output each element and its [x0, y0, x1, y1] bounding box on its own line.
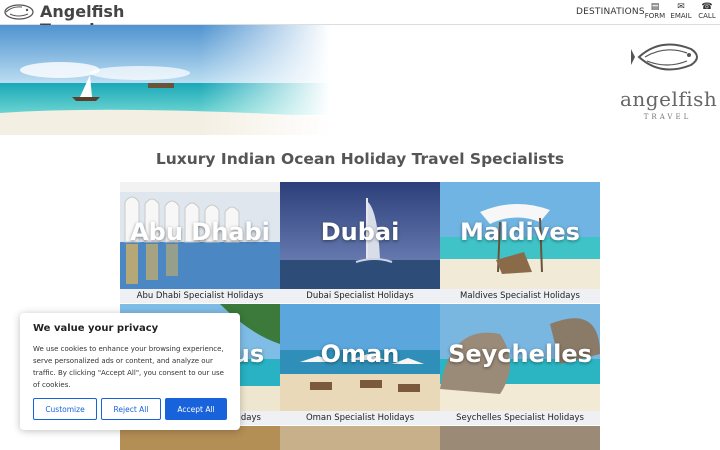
- hero-logo-sub: TRAVEL: [643, 113, 692, 121]
- cookie-body: We use cookies to enhance your browsing …: [33, 345, 224, 389]
- phone-icon: ☎: [701, 2, 713, 12]
- nav-call-label: CALL: [698, 12, 716, 20]
- email-icon: ✉: [677, 2, 685, 12]
- site-header: Angelfish Travel DESTINATIONS ▤ FORM ✉ E…: [0, 0, 720, 25]
- cookie-buttons: Customize Reject All Accept All: [33, 398, 227, 420]
- brand-name[interactable]: Angelfish Travel: [40, 3, 130, 25]
- nav-email-label: EMAIL: [670, 12, 692, 20]
- hero-fade: [200, 25, 330, 135]
- destination-tile-partial[interactable]: [440, 426, 600, 450]
- form-icon: ▤: [650, 2, 660, 12]
- destination-caption[interactable]: Oman Specialist Holidays: [280, 411, 440, 425]
- destination-tile-oman[interactable]: Oman Oman Specialist Holidays: [280, 304, 440, 425]
- nav-form[interactable]: ▤ FORM: [641, 2, 669, 21]
- destination-title: Seychelles: [448, 340, 592, 368]
- nav-call[interactable]: ☎ CALL: [693, 2, 720, 21]
- destination-caption[interactable]: Seychelles Specialist Holidays: [440, 411, 600, 425]
- destination-title: Oman: [320, 340, 400, 368]
- destination-tile-dubai[interactable]: Dubai Dubai Specialist Holidays: [280, 182, 440, 303]
- partial-image: [280, 426, 440, 450]
- cookie-consent-banner: We value your privacy We use cookies to …: [20, 313, 240, 430]
- destination-caption[interactable]: Maldives Specialist Holidays: [440, 289, 600, 303]
- partial-image: [440, 426, 600, 450]
- destination-tile-abu-dhabi[interactable]: Abu Dhabi Abu Dhabi Specialist Holidays: [120, 182, 280, 303]
- destination-title: Maldives: [460, 218, 580, 246]
- nav-email[interactable]: ✉ EMAIL: [667, 2, 695, 21]
- destination-tile-maldives[interactable]: Maldives Maldives Specialist Holidays: [440, 182, 600, 303]
- nav-destinations[interactable]: DESTINATIONS: [576, 7, 645, 17]
- destination-tile-partial[interactable]: [280, 426, 440, 450]
- angelfish-emblem-icon: [630, 43, 698, 71]
- cookie-title: We value your privacy: [33, 323, 159, 334]
- destination-title: Abu Dhabi: [130, 218, 270, 246]
- destination-title: Dubai: [320, 218, 400, 246]
- customize-button[interactable]: Customize: [33, 398, 97, 420]
- angelfish-logo-icon[interactable]: [2, 2, 36, 22]
- page-headline: Luxury Indian Ocean Holiday Travel Speci…: [155, 150, 565, 168]
- hero-logo-word: angelfish: [620, 87, 718, 111]
- accept-all-button[interactable]: Accept All: [165, 398, 227, 420]
- hero-banner: angelfish TRAVEL: [0, 25, 720, 135]
- reject-all-button[interactable]: Reject All: [101, 398, 161, 420]
- destination-tile-seychelles[interactable]: Seychelles Seychelles Specialist Holiday…: [440, 304, 600, 425]
- nav-form-label: FORM: [644, 12, 666, 20]
- hero-logo: angelfish TRAVEL: [620, 35, 718, 135]
- destination-caption[interactable]: Dubai Specialist Holidays: [280, 289, 440, 303]
- destination-caption[interactable]: Abu Dhabi Specialist Holidays: [120, 289, 280, 303]
